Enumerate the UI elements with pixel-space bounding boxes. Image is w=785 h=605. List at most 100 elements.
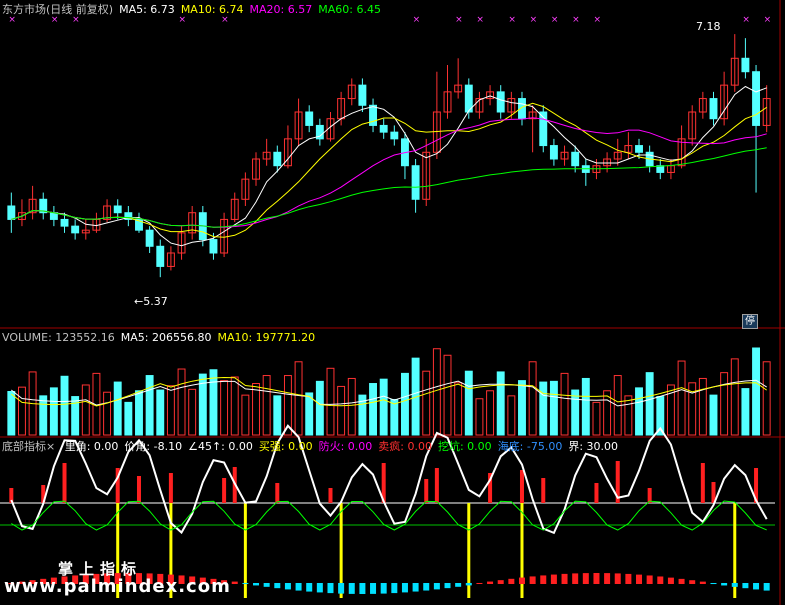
volume-bar bbox=[528, 361, 537, 436]
volume-bar bbox=[177, 368, 186, 436]
low-price-label: ←5.37 bbox=[134, 295, 168, 308]
histogram-bar bbox=[667, 577, 674, 584]
histogram-bar bbox=[274, 583, 281, 589]
volume-bar bbox=[560, 372, 569, 436]
signal-spike bbox=[168, 473, 173, 503]
volume-bar bbox=[741, 388, 750, 436]
histogram-bar bbox=[348, 583, 355, 594]
ma20-value: MA20: 6.57 bbox=[249, 3, 313, 16]
histogram-bar bbox=[763, 583, 770, 591]
histogram-bar bbox=[497, 580, 504, 584]
histogram-bar bbox=[444, 583, 451, 589]
histogram-bar bbox=[295, 583, 302, 591]
histogram-bar bbox=[508, 578, 515, 584]
histogram-bar bbox=[710, 583, 717, 585]
volume-bar bbox=[730, 358, 739, 436]
volume-bar bbox=[422, 370, 431, 436]
signal-spike bbox=[519, 470, 524, 503]
indicator-item: 买强: 0.00 bbox=[258, 440, 313, 453]
histogram-bar bbox=[370, 583, 377, 594]
volume-bar bbox=[475, 398, 484, 436]
histogram-bar bbox=[423, 583, 430, 591]
histogram-bar bbox=[753, 583, 760, 590]
histogram-bar bbox=[561, 573, 568, 584]
signal-marker: × bbox=[72, 15, 80, 25]
histogram-bar bbox=[316, 583, 323, 593]
candle-body bbox=[571, 151, 580, 167]
candle-body bbox=[411, 165, 420, 200]
volume-bar bbox=[709, 394, 718, 436]
candle-body bbox=[71, 225, 80, 234]
candle-body bbox=[60, 218, 69, 227]
histogram-bar bbox=[540, 575, 547, 584]
volume-bar bbox=[347, 377, 356, 436]
volume-ma10-value: MA10: 197771.20 bbox=[217, 331, 316, 344]
volume-value: VOLUME: 123552.16 bbox=[2, 331, 115, 344]
volume-bar bbox=[262, 375, 271, 436]
histogram-bar bbox=[518, 577, 525, 584]
histogram-bar bbox=[721, 583, 728, 586]
signal-spike bbox=[700, 463, 705, 503]
histogram-bar bbox=[401, 583, 408, 593]
signal-spike bbox=[275, 483, 280, 503]
histogram-bar bbox=[284, 583, 291, 590]
signal-marker: × bbox=[51, 15, 59, 25]
signal-marker: × bbox=[476, 15, 484, 25]
signal-marker: × bbox=[572, 15, 580, 25]
volume-bar bbox=[762, 361, 771, 436]
histogram-bar bbox=[242, 583, 249, 585]
volume-bar bbox=[752, 347, 760, 436]
candle-body bbox=[379, 124, 388, 133]
volume-bar bbox=[539, 381, 548, 436]
histogram-bar bbox=[572, 573, 579, 584]
signal-spike bbox=[222, 478, 227, 503]
indicator-close-icon[interactable]: × bbox=[46, 440, 55, 453]
histogram-bar bbox=[636, 574, 643, 584]
volume-bar bbox=[294, 361, 303, 436]
volume-bar bbox=[454, 382, 463, 436]
histogram-bar bbox=[699, 581, 706, 584]
ma60-value: MA60: 6.45 bbox=[318, 3, 381, 16]
stop-badge[interactable]: 停 bbox=[742, 314, 758, 329]
volume-bar bbox=[252, 383, 260, 436]
candle-body bbox=[358, 84, 367, 106]
volume-bar bbox=[7, 391, 16, 436]
indicator-item: ∠45↑: 0.00 bbox=[188, 440, 253, 453]
candle-body bbox=[145, 229, 154, 247]
histogram-bar bbox=[731, 583, 738, 587]
indicator-item: 里角: 0.00 bbox=[64, 440, 119, 453]
histogram-bar bbox=[678, 578, 685, 584]
volume-bar bbox=[571, 389, 580, 436]
volume-bar bbox=[624, 395, 633, 436]
histogram-bar bbox=[604, 573, 611, 584]
histogram-bar bbox=[327, 583, 334, 594]
volume-bar bbox=[401, 372, 409, 436]
volume-bar bbox=[549, 380, 558, 436]
volume-bar bbox=[698, 377, 707, 436]
candle-body bbox=[709, 98, 718, 120]
indicator-item: 价角: -8.10 bbox=[124, 440, 183, 453]
signal-spike bbox=[62, 463, 67, 503]
candle-body bbox=[156, 245, 165, 267]
volume-bar bbox=[103, 391, 112, 436]
histogram-bar bbox=[253, 583, 260, 586]
watermark-url: www.palmindex.com bbox=[4, 576, 231, 597]
volume-bar bbox=[135, 390, 143, 436]
candle-body bbox=[305, 111, 314, 126]
volume-bar bbox=[581, 377, 590, 436]
volume-bar bbox=[507, 395, 516, 436]
kline-chart[interactable]: × × × × × × × × × × × × × × × × bbox=[0, 0, 785, 605]
signal-marker: × bbox=[508, 15, 516, 25]
signal-spike bbox=[541, 478, 546, 503]
volume-bar bbox=[369, 383, 377, 436]
histogram-bar bbox=[625, 573, 632, 584]
signal-marker: × bbox=[179, 15, 187, 25]
volume-bar bbox=[220, 380, 229, 436]
ma5-value: MA5: 6.73 bbox=[119, 3, 175, 16]
histogram-bar bbox=[657, 576, 664, 584]
volume-bar bbox=[166, 385, 175, 436]
indicator-name: 底部指标 bbox=[2, 440, 46, 453]
volume-bar bbox=[379, 378, 388, 436]
volume-bar bbox=[677, 360, 686, 436]
volume-bar bbox=[241, 394, 250, 436]
